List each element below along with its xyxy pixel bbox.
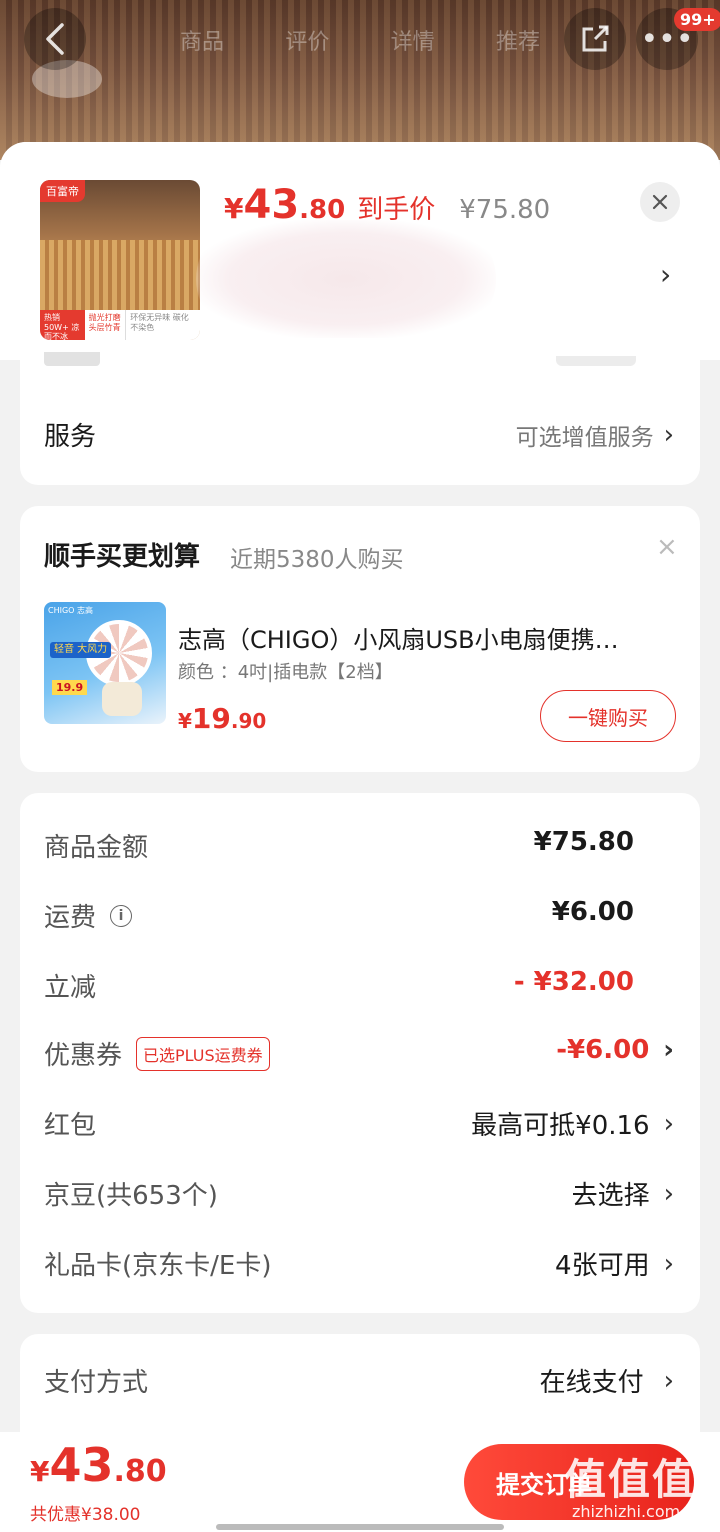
one-click-buy-button[interactable]: 一键购买 [540,690,676,742]
fan-price-tag: 19.9 [52,680,88,695]
chevron-right-icon: › [663,1035,674,1065]
close-icon [652,194,668,210]
goods-amount-label: 商品金额 [44,833,149,863]
top-tabs: 商品 评价 详情 推荐 [180,24,540,56]
chevron-right-icon: › [663,1108,674,1139]
share-button[interactable] [564,8,626,70]
quantity-stepper-peek [556,356,636,366]
recommend-item-price: ¥ 19 .90 [178,702,266,735]
coupon-value: -¥6.00 [556,1035,650,1065]
discount-value: - ¥32.00 [513,967,634,997]
info-icon[interactable]: i [110,904,133,927]
chevron-right-icon: › [663,420,674,450]
gift-card-label: 礼品卡(京东卡/E卡) [44,1251,272,1281]
goods-amount-wrap: ¥75.80 [534,827,674,857]
goods-amount-row: 商品金额 ¥75.80 [20,827,700,867]
shipping-row: 运费 i ¥6.00 [20,897,700,937]
thumb-feature-1: 热销50W+ 凉而不冰 [40,310,85,340]
goods-amount-value: ¥75.80 [533,827,634,857]
coupon-label: 优惠券 [44,1041,123,1071]
gift-card-row[interactable]: 礼品卡(京东卡/E卡) 4张可用 › [20,1245,700,1285]
order-sheet: 百富帝 热销50W+ 凉而不冰 抛光打磨 头层竹青 环保无异味 碳化不染色 ¥ … [0,142,720,1532]
price-decimal: .80 [113,1454,167,1489]
home-indicator [216,1524,504,1530]
shipping-value: ¥6.00 [551,897,634,927]
quantity-label-peek [44,352,100,366]
thumb-feature-2: 抛光打磨 头层竹青 [85,310,127,340]
chevron-right-icon[interactable]: › [660,258,671,291]
red-packet-row[interactable]: 红包 最高可抵¥0.16 › [20,1105,700,1145]
tab-reviews[interactable]: 评价 [285,24,329,56]
red-packet-value: 最高可抵¥0.16 [471,1111,650,1141]
thumb-feature-band: 热销50W+ 凉而不冰 抛光打磨 头层竹青 环保无异味 碳化不染色 [40,310,200,340]
fan-thumbnail[interactable]: CHIGO 志高 轻音 大风力 19.9 [44,602,166,724]
tab-details[interactable]: 详情 [391,24,435,56]
thumb-feature-3: 环保无异味 碳化不染色 [130,313,189,332]
fan-feature-tag: 轻音 大风力 [50,642,112,658]
recommend-card: 顺手买更划算 近期5380人购买 × CHIGO 志高 轻音 大风力 19.9 … [20,506,700,772]
redacted-spec-area [196,220,496,338]
service-value: 可选增值服务 [515,425,654,451]
price-symbol: ¥ [224,192,244,225]
recommend-item-spec: 颜色 ：4吋|插电款【2档】 [178,662,393,683]
fan-brand-logo: CHIGO 志高 [48,606,93,615]
watermark-logo: 值值值 [564,1455,697,1504]
message-badge: 99+ [674,8,720,31]
price-integer: 19 [191,702,231,735]
recommend-title: 顺手买更划算 [44,542,201,572]
thumb-brand-badge: 百富帝 [40,180,85,202]
coupon-row[interactable]: 优惠券 已选PLUS运费券 -¥6.00 › [20,1035,700,1075]
shipping-label: 运费 [44,903,97,933]
recommend-subtitle: 近期5380人购买 [230,547,404,573]
original-price: ¥75.80 [459,195,551,225]
amount-card: 商品金额 ¥75.80 运费 i ¥6.00 立减 - ¥32.00 优惠券 已… [20,793,700,1313]
service-card: 服务 可选增值服务 › [20,352,700,485]
payment-value: 在线支付 [539,1368,644,1398]
close-button[interactable] [640,182,680,222]
chevron-right-icon: › [663,1365,674,1396]
watermark: 值值值 zhizhizhi.com [550,1440,720,1530]
service-label: 服务 [44,422,97,452]
tab-product[interactable]: 商品 [180,24,224,56]
price-decimal: .90 [230,709,267,733]
discount-label: 立减 [44,973,97,1003]
price-integer: 43 [49,1438,114,1492]
chevron-left-icon [46,23,64,55]
chevron-right-icon: › [663,1248,674,1279]
product-thumbnail[interactable]: 百富帝 热销50W+ 凉而不冰 抛光打磨 头层竹青 环保无异味 碳化不染色 [40,180,200,340]
price-symbol: ¥ [30,1455,50,1488]
recommend-close-icon[interactable]: × [656,532,678,562]
total-saved: 共优惠¥38.00 [30,1505,141,1525]
jingdou-value: 去选择 [571,1181,650,1211]
coupon-tag: 已选PLUS运费券 [136,1036,270,1071]
jingdou-label: 京豆(共653个) [44,1181,218,1211]
watermark-text: zhizhizhi.com [572,1502,681,1521]
checkout-bar: ¥ 43 .80 共优惠¥38.00 提交订单 值值值 zhizhizhi.co… [0,1432,720,1532]
fan-stand-shape [102,682,142,716]
red-packet-label: 红包 [44,1111,97,1141]
share-icon [582,25,609,52]
jingdou-row[interactable]: 京豆(共653个) 去选择 › [20,1175,700,1215]
discount-row: 立减 - ¥32.00 [20,967,700,1007]
product-header: 百富帝 热销50W+ 凉而不冰 抛光打磨 头层竹青 环保无异味 碳化不染色 ¥ … [0,142,720,360]
recommend-item-name[interactable]: 志高（CHIGO）小风扇USB小电扇便携… [178,620,668,655]
back-button[interactable] [24,8,86,70]
tab-recommend[interactable]: 推荐 [496,24,540,56]
price-symbol: ¥ [178,709,192,733]
bamboo-mat-pattern [40,240,200,310]
payment-label: 支付方式 [44,1368,149,1398]
service-selector[interactable]: 可选增值服务 › [516,418,674,452]
gift-card-value: 4张可用 [555,1251,650,1281]
chevron-right-icon: › [663,1178,674,1209]
total-price: ¥ 43 .80 [30,1438,167,1492]
